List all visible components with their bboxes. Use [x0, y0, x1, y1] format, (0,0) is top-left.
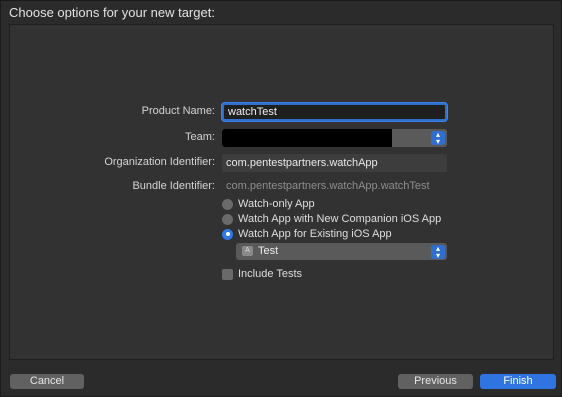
dialog-title: Choose options for your new target: [9, 5, 215, 20]
options-panel: Product Name: watchTest Team: ▴ ▾ Organiz… [9, 24, 554, 360]
chevron-updown-icon: ▴ ▾ [431, 131, 445, 146]
include-tests-checkbox[interactable] [222, 268, 233, 280]
cancel-button[interactable]: Cancel [10, 374, 84, 389]
include-tests-option[interactable]: Include Tests [222, 268, 302, 280]
finish-button[interactable]: Finish [480, 374, 556, 389]
org-id-input[interactable]: com.pentestpartners.watchApp [222, 154, 447, 172]
radio-label: Watch App with New Companion iOS App [238, 213, 442, 225]
existing-app-value: Test [258, 245, 279, 257]
app-icon: A [242, 246, 253, 256]
team-value-redacted [222, 129, 392, 147]
team-label: Team: [185, 131, 215, 143]
product-name-input[interactable]: watchTest [222, 103, 447, 121]
chevron-updown-icon: ▴ ▾ [431, 244, 445, 259]
team-select[interactable]: ▴ ▾ [222, 129, 447, 147]
radio-button-selected[interactable] [222, 228, 233, 240]
product-name-label: Product Name: [141, 105, 215, 117]
bundle-id-label: Bundle Identifier: [132, 180, 215, 192]
org-id-label: Organization Identifier: [104, 156, 215, 168]
radio-button[interactable] [222, 198, 233, 210]
include-tests-label: Include Tests [238, 268, 303, 280]
radio-watch-new-companion[interactable]: Watch App with New Companion iOS App [222, 212, 441, 226]
radio-watch-existing-ios[interactable]: Watch App for Existing iOS App [222, 227, 392, 241]
new-target-dialog: Choose options for your new target: Prod… [0, 0, 562, 397]
radio-watch-only[interactable]: Watch-only App [222, 197, 315, 211]
radio-label: Watch App for Existing iOS App [238, 228, 392, 240]
bundle-id-value: com.pentestpartners.watchApp.watchTest [226, 180, 430, 192]
radio-label: Watch-only App [238, 198, 315, 210]
existing-app-select[interactable]: A Test ▴ ▾ [236, 243, 447, 260]
radio-button[interactable] [222, 213, 233, 225]
previous-button[interactable]: Previous [398, 374, 473, 389]
